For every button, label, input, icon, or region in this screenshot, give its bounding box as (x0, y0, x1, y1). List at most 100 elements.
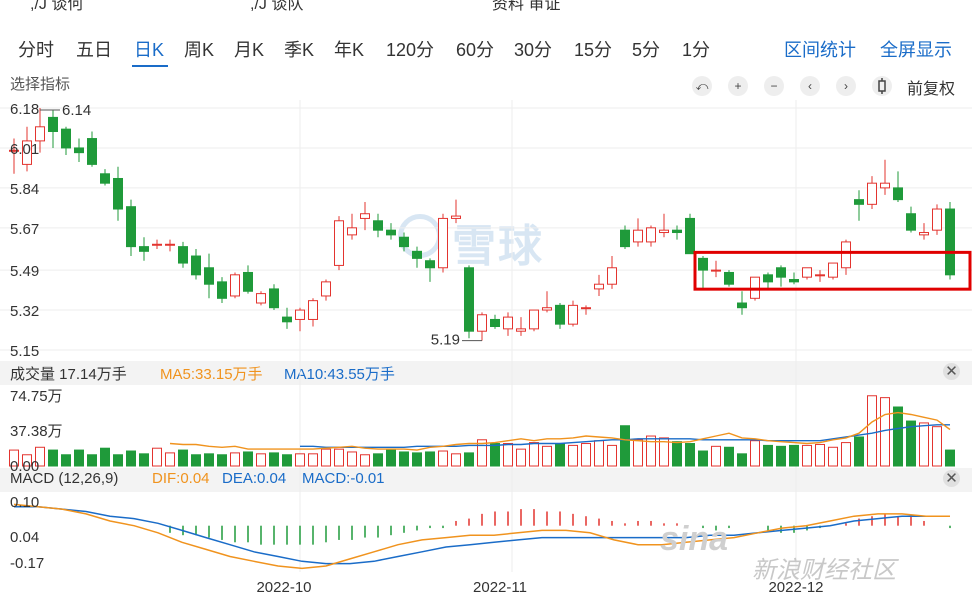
volume-bar (711, 445, 721, 467)
candle-body (295, 309, 305, 320)
candle-body (243, 271, 253, 292)
candle-body (737, 302, 747, 309)
volume-bar (61, 454, 71, 467)
volume-bar (490, 443, 500, 467)
candle-body (61, 128, 71, 149)
candle-body (880, 182, 890, 189)
candle-body (48, 116, 58, 132)
volume-bar (607, 444, 617, 467)
candle-body (139, 246, 149, 252)
candle-body (854, 199, 864, 205)
volume-bar (893, 406, 903, 467)
volume-bar (828, 446, 838, 467)
volume-bar (282, 454, 292, 467)
candle-body (412, 250, 422, 259)
volume-bar (867, 395, 877, 467)
candle-body (282, 316, 292, 323)
price-tick-label: 5.32 (10, 303, 39, 320)
volume-bar (321, 448, 331, 467)
volume-bar (789, 444, 799, 467)
volume-tick-label: 74.75万 (10, 388, 63, 405)
candle-body (178, 246, 188, 264)
volume-bar (217, 454, 227, 467)
candle-body (906, 213, 916, 231)
high-annotation: 6.14 (62, 102, 91, 119)
candle-body (87, 138, 97, 165)
volume-bar (386, 449, 396, 467)
volume-bar (256, 453, 266, 467)
candle-body (867, 182, 877, 205)
volume-bar (113, 454, 123, 467)
volume-bar (542, 445, 552, 467)
candle-body (711, 269, 721, 272)
candle-body (386, 229, 396, 236)
candle-body (932, 208, 942, 231)
volume-bar (373, 453, 383, 467)
volume-bar (139, 453, 149, 467)
candle-body (230, 274, 240, 297)
candle-body (529, 309, 539, 330)
candle-body (945, 208, 955, 276)
volume-bar (451, 453, 461, 467)
candle-body (802, 267, 812, 278)
volume-bar (399, 451, 409, 467)
candle-body (607, 267, 617, 285)
candle-body (204, 267, 214, 285)
volume-bar (308, 453, 318, 467)
volume-bar (932, 426, 942, 467)
candle-body (165, 243, 175, 246)
volume-bar (347, 451, 357, 467)
candle-body (919, 232, 929, 236)
volume-bar (165, 452, 175, 467)
volume-bar (464, 452, 474, 467)
volume-bar (776, 445, 786, 467)
volume-bar (919, 422, 929, 467)
candle-body (789, 279, 799, 283)
candle-body (269, 288, 279, 309)
volume-bar (100, 447, 110, 467)
volume-bar (633, 439, 643, 467)
volume-bar (815, 443, 825, 467)
volume-bar (178, 449, 188, 467)
volume-bar (763, 444, 773, 467)
volume-bar (594, 440, 604, 467)
price-tick-label: 5.67 (10, 221, 39, 238)
candle-body (217, 281, 227, 299)
candle-body (724, 271, 734, 285)
volume-bar (672, 441, 682, 467)
candle-body (464, 267, 474, 332)
sina-watermark-text: 新浪财经社区 (752, 557, 896, 584)
candle-body (620, 229, 630, 248)
volume-bar (269, 452, 279, 467)
volume-bar (620, 425, 630, 467)
date-axis-label: 2022-11 (473, 579, 527, 596)
candle-body (399, 236, 409, 248)
candle-body (191, 255, 201, 276)
price-tick-label: 6.01 (10, 141, 39, 158)
stock-chart[interactable]: 6.18 6.01 5.84 5.67 5.49 5.32 5.15 6.14 5.19 74.7… (0, 0, 972, 600)
price-tick-label: 5.15 (10, 343, 39, 360)
volume-bar (48, 449, 58, 467)
candle-body (581, 307, 591, 310)
volume-bar (243, 451, 253, 467)
candle-body (516, 328, 526, 332)
candle-body (828, 262, 838, 278)
volume-bar (698, 450, 708, 467)
candle-body (477, 314, 487, 332)
candle-body (841, 241, 851, 269)
price-tick-label: 5.84 (10, 181, 39, 198)
volume-bar (750, 440, 760, 467)
volume-bar (87, 454, 97, 467)
candle-body (373, 220, 383, 231)
candle-body (776, 267, 786, 278)
volume-bar (152, 447, 162, 467)
volume-bar (685, 443, 695, 467)
volume-bar (646, 435, 656, 467)
volume-tick-label: 0.00 (10, 458, 39, 475)
volume-bar (334, 448, 344, 467)
volume-bar (360, 454, 370, 467)
volume-bar (854, 436, 864, 467)
volume-tick-label: 37.38万 (10, 423, 63, 440)
volume-bar (74, 449, 84, 467)
candle-body (74, 147, 84, 154)
